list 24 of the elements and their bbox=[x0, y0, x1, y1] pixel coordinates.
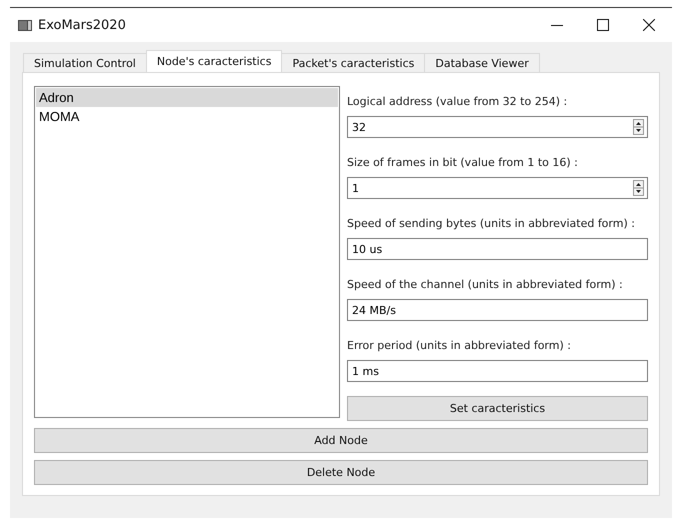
spin-arrows-icon[interactable] bbox=[633, 180, 644, 196]
field-label: Speed of the channel (units in abbreviated form) : bbox=[347, 277, 624, 293]
maximize-icon[interactable] bbox=[597, 19, 609, 31]
set-button[interactable]: Set caracteristics bbox=[347, 396, 648, 421]
input-field[interactable]: 24 MB/s bbox=[347, 299, 648, 321]
tab[interactable]: Simulation Control bbox=[23, 53, 147, 72]
tab[interactable]: Node's caracteristics bbox=[146, 50, 282, 72]
list-item[interactable]: Adron bbox=[36, 88, 338, 107]
input-field[interactable]: 1 ms bbox=[347, 360, 648, 382]
field-label: Error period (units in abbreviated form) : bbox=[347, 338, 572, 354]
spin-arrows-icon[interactable] bbox=[633, 119, 644, 135]
spin-box[interactable]: 1 bbox=[347, 177, 648, 199]
action-button[interactable]: Delete Node bbox=[34, 460, 648, 485]
tab[interactable]: Database Viewer bbox=[424, 53, 540, 72]
input-field[interactable]: 10 us bbox=[347, 238, 648, 260]
field-label: Speed of sending bytes (units in abbreviated form) : bbox=[347, 216, 636, 232]
app-icon bbox=[18, 20, 32, 30]
action-button[interactable]: Add Node bbox=[34, 428, 648, 453]
list-item[interactable]: MOMA bbox=[36, 107, 338, 126]
field-label: Size of frames in bit (value from 1 to 16) : bbox=[347, 155, 579, 171]
spin-box[interactable]: 32 bbox=[347, 116, 648, 138]
field-label: Logical address (value from 32 to 254) : bbox=[347, 94, 568, 110]
close-icon[interactable] bbox=[643, 19, 655, 31]
window-title: ExoMars2020 bbox=[38, 18, 127, 32]
